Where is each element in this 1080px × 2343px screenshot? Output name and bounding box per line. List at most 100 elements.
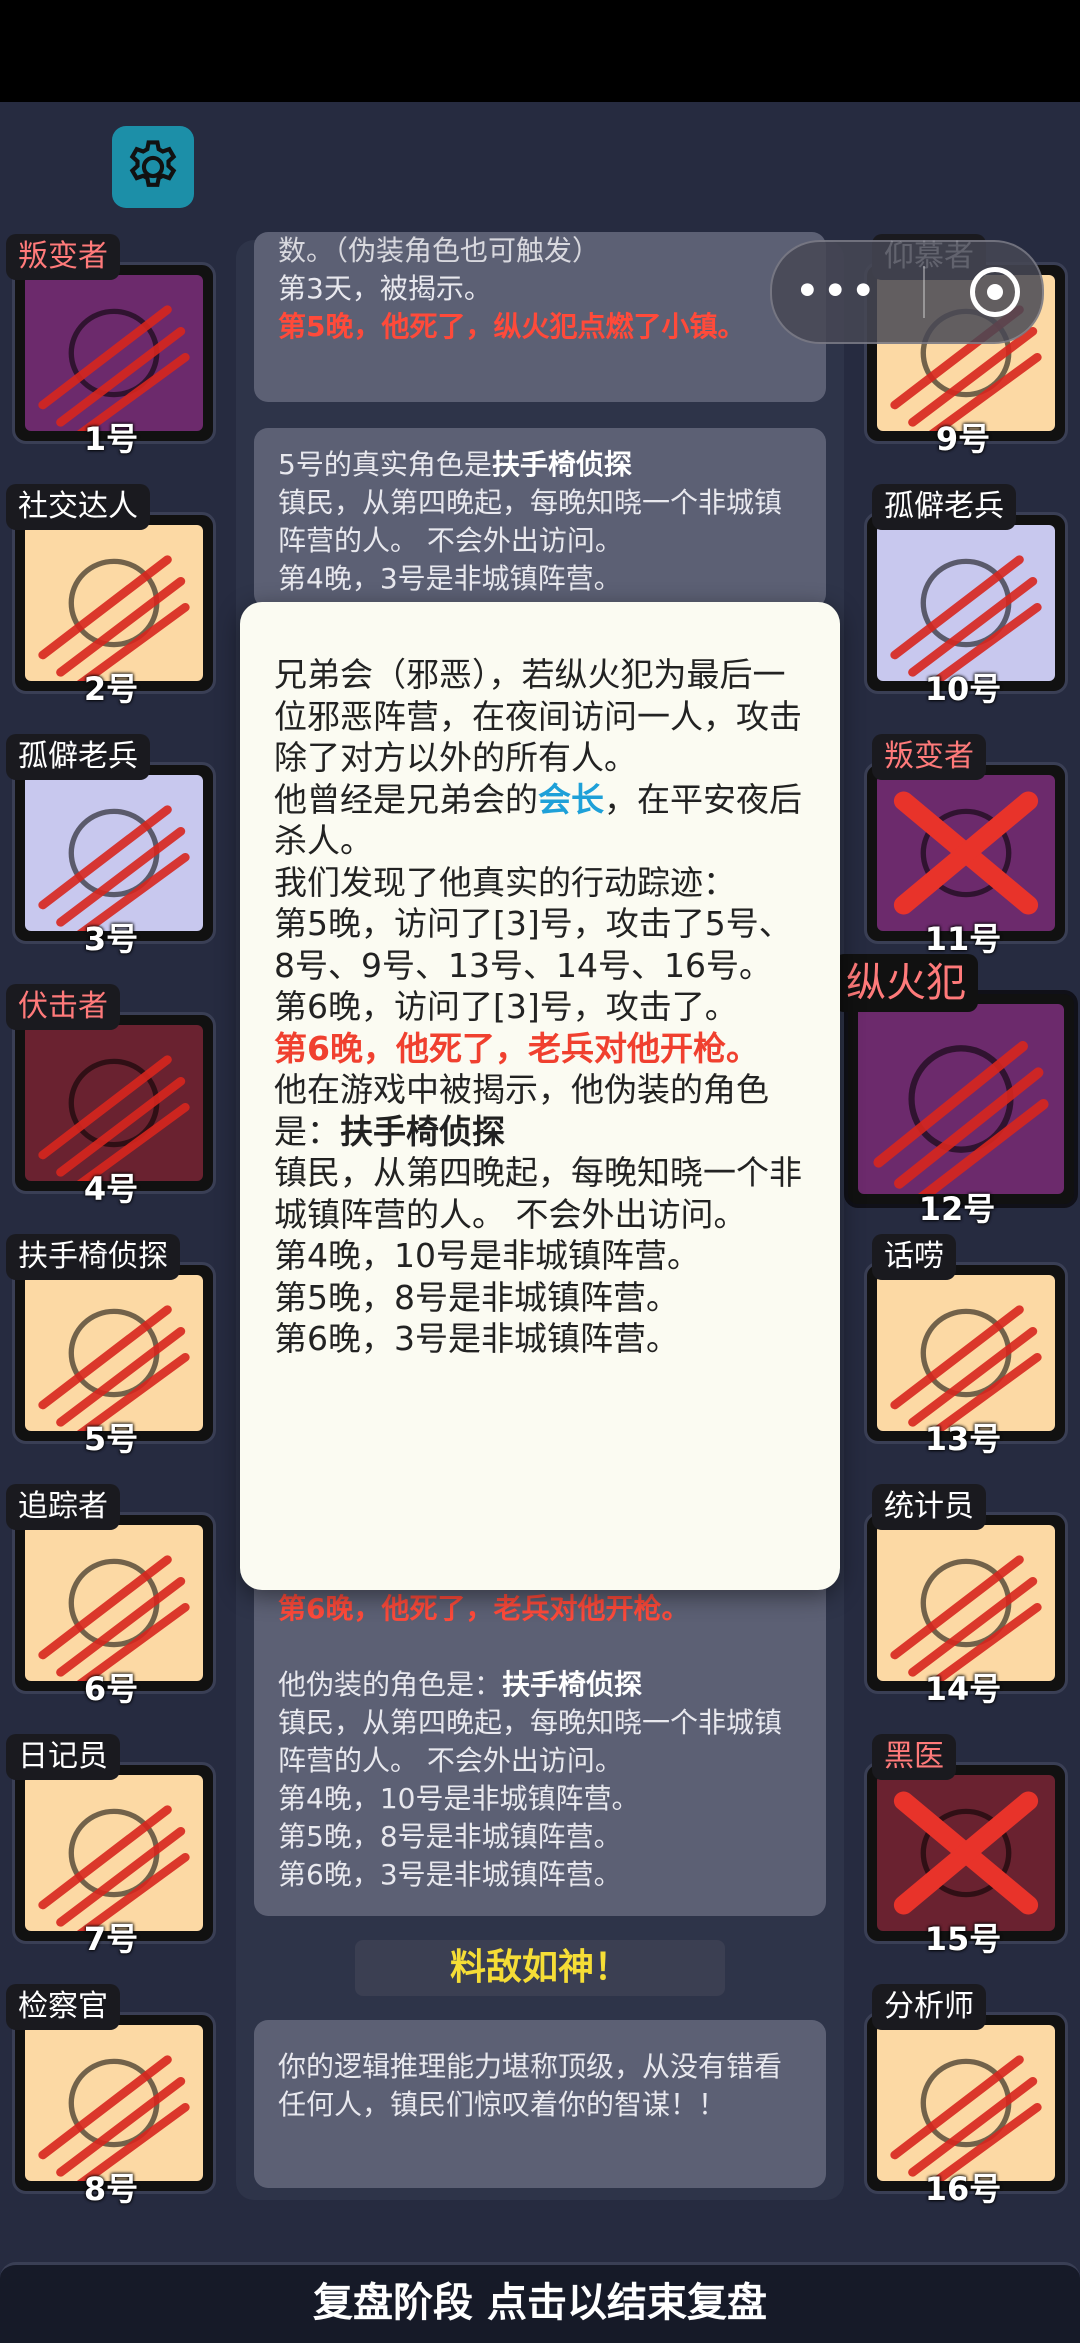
role-art xyxy=(877,775,1055,931)
role-art xyxy=(877,1525,1055,1681)
settings-button[interactable] xyxy=(112,126,194,208)
player-card[interactable]: 追踪者 6号 xyxy=(6,1484,216,1708)
status-bar xyxy=(0,0,1080,102)
popup-past-role: 他曾经是兄弟会的会长，在平安夜后杀人。 xyxy=(274,779,802,861)
player-frame xyxy=(844,990,1078,1208)
end-review-button[interactable]: 复盘阶段 点击以结束复盘 xyxy=(0,2262,1080,2343)
log-line: 镇民，从第四晚起，每晚知晓一个非城镇阵营的人。 不会外出访问。 xyxy=(278,1706,783,1777)
player-number: 9号 xyxy=(935,420,991,458)
role-label: 日记员 xyxy=(6,1734,120,1780)
player-number: 15号 xyxy=(924,1920,1002,1958)
death-line: 第6晚，他死了，老兵对他开枪。 xyxy=(278,1592,690,1625)
player-card[interactable]: 伏击者 4号 xyxy=(6,984,216,1208)
role-portrait-icon xyxy=(38,1555,190,1681)
role-portrait-icon xyxy=(38,2055,190,2181)
log-line: 第6晚，3号是非城镇阵营。 xyxy=(278,1858,622,1891)
popup-role-desc: 镇民，从第四晚起，每晚知晓一个非城镇阵营的人。 不会外出访问。 xyxy=(274,1153,802,1234)
role-art xyxy=(25,275,203,431)
player-number: 7号 xyxy=(83,1920,139,1958)
death-line: 第5晚，他死了，纵火犯点燃了小镇。 xyxy=(278,310,746,343)
player-card[interactable]: 统计员 14号 xyxy=(858,1484,1068,1708)
role-label: 孤僻老兵 xyxy=(872,484,1016,530)
role-label: 伏击者 xyxy=(6,984,120,1030)
role-label: 黑医 xyxy=(872,1734,956,1780)
role-art xyxy=(25,525,203,681)
role-art xyxy=(25,2025,203,2181)
player-card[interactable]: 叛变者 11号 xyxy=(858,734,1068,958)
role-portrait-icon xyxy=(38,1055,190,1181)
player-number: 4号 xyxy=(83,1170,139,1208)
popup-revealed: 他在游戏中被揭示，他伪装的角色是：扶手椅侦探 xyxy=(274,1070,769,1151)
role-label: 分析师 xyxy=(872,1984,986,2030)
popup-result-4: 第4晚，10号是非城镇阵营。 xyxy=(274,1236,700,1275)
player-number: 8号 xyxy=(83,2170,139,2208)
log-line: 数。（伪装角色也可触发） xyxy=(278,234,601,267)
role-portrait-icon xyxy=(38,305,190,431)
more-button[interactable]: ••• xyxy=(794,270,878,314)
role-label: 追踪者 xyxy=(6,1484,120,1530)
mini-program-capsule: ••• xyxy=(770,240,1044,344)
target-icon[interactable] xyxy=(969,267,1020,317)
player-number: 16号 xyxy=(924,2170,1002,2208)
player-card[interactable]: 扶手椅侦探 5号 xyxy=(6,1234,216,1458)
log-card-player-1: 数。（伪装角色也可触发） 第3天，被揭示。 第5晚，他死了，纵火犯点燃了小镇。 xyxy=(254,232,826,402)
player-number: 14号 xyxy=(924,1670,1002,1708)
capsule-divider xyxy=(922,266,925,318)
popup-trace-title: 我们发现了他真实的行动踪迹： xyxy=(274,862,736,902)
player-card[interactable]: 检察官 8号 xyxy=(6,1984,216,2208)
role-label: 孤僻老兵 xyxy=(6,734,150,780)
log-card-player-12: 第6晚，他死了，老兵对他开枪。 他伪装的角色是：扶手椅侦探 镇民，从第四晚起，每… xyxy=(254,1560,826,1916)
role-art xyxy=(877,525,1055,681)
past-role-name: 会长 xyxy=(538,779,604,819)
player-number: 13号 xyxy=(924,1420,1002,1458)
player-card[interactable]: 孤僻老兵 3号 xyxy=(6,734,216,958)
player-number: 1号 xyxy=(83,420,139,458)
popup-night-6: 第6晚，访问了[3]号，攻击了。 xyxy=(274,987,738,1026)
player-card[interactable]: 黑医 15号 xyxy=(858,1734,1068,1958)
log-line: 镇民，从第四晚起，每晚知晓一个非城镇阵营的人。 不会外出访问。 xyxy=(278,486,783,557)
role-label: 话唠 xyxy=(872,1234,956,1280)
role-art xyxy=(877,1775,1055,1931)
log-card-summary: 你的逻辑推理能力堪称顶级，从没有错看任何人，镇民们惊叹着你的智谋！！ xyxy=(254,2020,826,2188)
player-card[interactable]: 分析师 16号 xyxy=(858,1984,1068,2208)
role-portrait-icon xyxy=(890,555,1042,681)
revealed-role-name: 扶手椅侦探 xyxy=(340,1111,505,1151)
popup-result-5: 第5晚，8号是非城镇阵营。 xyxy=(274,1277,679,1317)
player-card[interactable]: 叛变者 1号 xyxy=(6,234,216,458)
player-number: 12号 xyxy=(918,1190,996,1228)
role-label: 叛变者 xyxy=(6,234,120,280)
player-card[interactable]: 纵火犯 12号 xyxy=(834,954,1080,1228)
role-portrait-icon xyxy=(890,1555,1042,1681)
praise-title: 料敌如神！ xyxy=(355,1940,725,1996)
role-label: 社交达人 xyxy=(6,484,150,530)
role-art xyxy=(25,1025,203,1181)
role-art xyxy=(25,775,203,931)
role-name: 扶手椅侦探 xyxy=(491,448,632,481)
player-card[interactable]: 社交达人 2号 xyxy=(6,484,216,708)
log-card-player-5: 5号的真实角色是扶手椅侦探 镇民，从第四晚起，每晚知晓一个非城镇阵营的人。 不会… xyxy=(254,428,826,608)
player-card[interactable]: 话唠 13号 xyxy=(858,1234,1068,1458)
player-card[interactable]: 孤僻老兵 10号 xyxy=(858,484,1068,708)
role-art xyxy=(25,1275,203,1431)
log-line: 5号的真实角色是扶手椅侦探 xyxy=(278,448,632,481)
role-portrait-icon xyxy=(38,805,190,931)
role-art xyxy=(25,1525,203,1681)
role-art xyxy=(858,1004,1064,1194)
log-line: 第4晚，10号是非城镇阵营。 xyxy=(278,1782,640,1815)
player-card[interactable]: 日记员 7号 xyxy=(6,1734,216,1958)
role-portrait-icon xyxy=(890,1305,1042,1431)
popup-description: 兄弟会（邪恶），若纵火犯为最后一位邪恶阵营，在夜间访问一人，攻击除了对方以外的所… xyxy=(274,655,802,777)
player-number: 2号 xyxy=(83,670,139,708)
log-line: 他伪装的角色是：扶手椅侦探 xyxy=(278,1668,643,1701)
player-number: 10号 xyxy=(924,670,1002,708)
summary-text: 你的逻辑推理能力堪称顶级，从没有错看任何人，镇民们惊叹着你的智谋！！ xyxy=(278,2050,783,2121)
role-detail-popup[interactable]: 兄弟会（邪恶），若纵火犯为最后一位邪恶阵营，在夜间访问一人，攻击除了对方以外的所… xyxy=(240,602,840,1590)
player-number: 3号 xyxy=(83,920,139,958)
role-art xyxy=(877,2025,1055,2181)
role-portrait-icon xyxy=(893,1791,1039,1915)
popup-death: 第6晚，他死了，老兵对他开枪。 xyxy=(274,1028,759,1068)
role-label: 检察官 xyxy=(6,1984,120,2030)
role-label: 纵火犯 xyxy=(834,954,978,1012)
role-name: 扶手椅侦探 xyxy=(502,1668,643,1701)
role-portrait-icon xyxy=(873,1040,1049,1194)
